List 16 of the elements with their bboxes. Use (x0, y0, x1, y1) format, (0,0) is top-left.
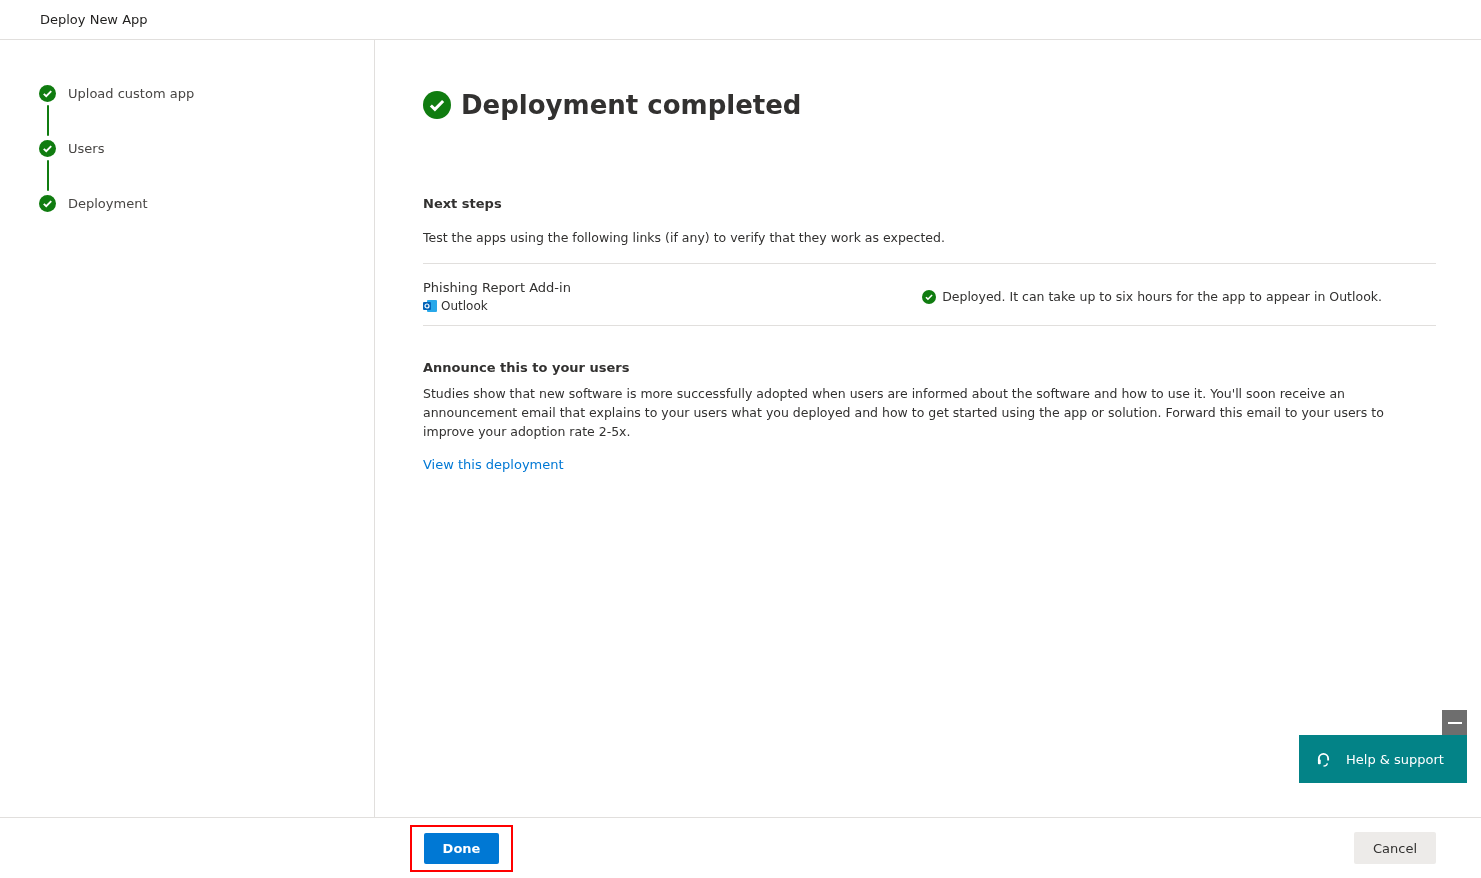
host-label: Outlook (441, 299, 488, 313)
announcement-text: Studies show that new software is more successfully adopted when users are informed about the software and how to use it. You'll soon receive an announcement email that explains to your users what you deployed and how to get started using the app or solution. Forward this email to your users to improve your adoption rate 2-5x. (423, 385, 1385, 441)
step-label: Users (68, 140, 105, 158)
step-label: Upload custom app (68, 85, 195, 103)
section-title: Announce this to your users (423, 360, 631, 375)
page-heading: Deployment completed (461, 90, 802, 120)
cancel-button[interactable]: Cancel (1354, 832, 1436, 864)
step-label: Deployment (68, 195, 148, 213)
help-support-button[interactable]: Help & support (1299, 735, 1467, 783)
app-name: Phishing Report Add-in (423, 280, 571, 295)
window-title: Deploy New App (40, 12, 148, 27)
section-title: Next steps (423, 196, 503, 211)
status-text: Deployed. It can take up to six hours for the app to appear in Outlook. (942, 289, 1382, 304)
view-deployment-link[interactable]: View this deployment (423, 457, 564, 472)
instruction-text: Test the apps using the following links (if any) to verify that they work as expected. (423, 229, 946, 247)
done-button[interactable]: Done (424, 832, 499, 864)
